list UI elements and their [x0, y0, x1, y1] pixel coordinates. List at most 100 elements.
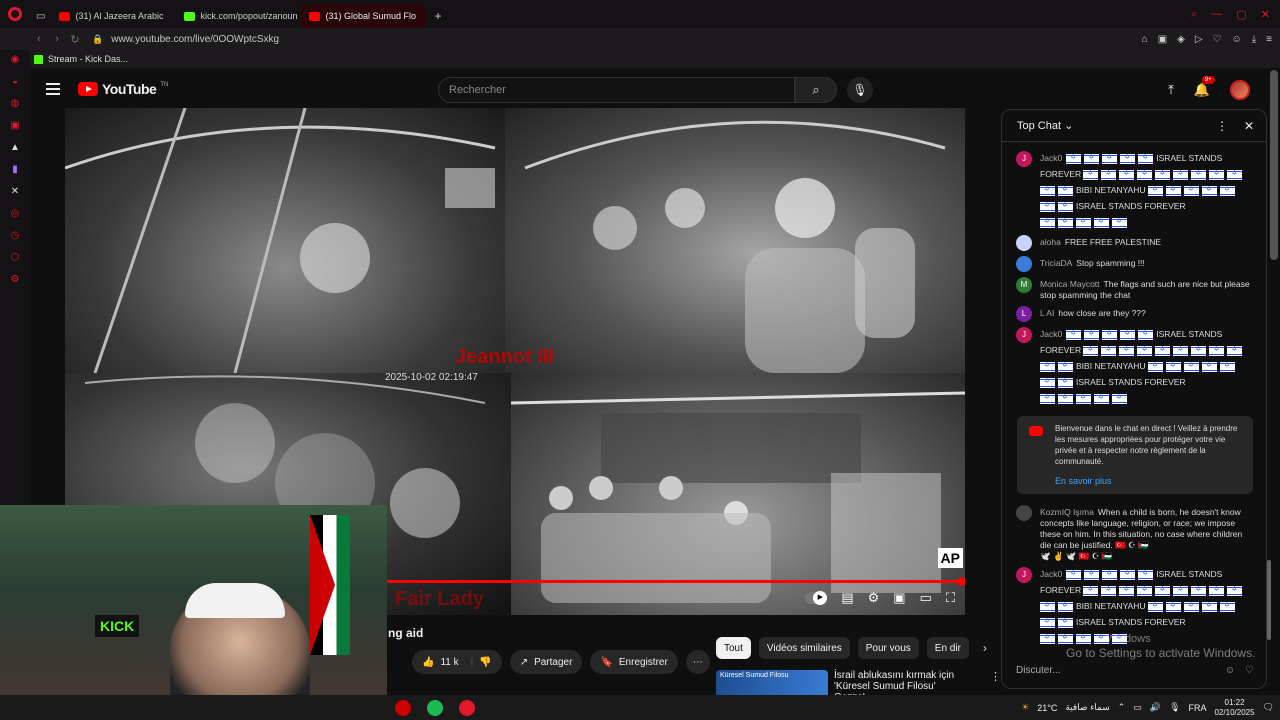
chip-3[interactable]: En dir — [926, 637, 969, 659]
learn-more-link[interactable]: En savoir plus — [1055, 476, 1243, 487]
extensions-icon[interactable]: ⬡ — [9, 252, 21, 264]
player-sidebar-icon[interactable]: ▲ — [9, 142, 21, 154]
autoplay-toggle[interactable]: ▶ — [805, 591, 828, 605]
microphone-tray-icon[interactable]: 🎙 — [1169, 702, 1180, 713]
close-window-icon[interactable]: ✕ — [1261, 8, 1270, 21]
speed-dial-icon[interactable]: ◎ — [9, 208, 21, 220]
close-icon[interactable]: ✕ — [1244, 119, 1254, 133]
chat-message[interactable]: J Jack0 ISRAEL STANDS FOREVER BIBI NETANYA… — [1002, 148, 1266, 232]
miniplayer-icon[interactable]: ▣ — [893, 590, 905, 606]
chat-author[interactable]: Jack0 — [1040, 569, 1062, 579]
search-input[interactable]: Rechercher — [438, 77, 795, 103]
notifications-button[interactable]: 🔔 9+ — [1194, 76, 1215, 98]
weather-text[interactable]: سماء صافية — [1065, 702, 1109, 713]
like-button[interactable]: 👍 11 k | 👎 — [412, 650, 502, 674]
chat-message[interactable]: L L AI how close are they ??? — [1002, 303, 1266, 324]
heart-icon[interactable]: ♡ — [1213, 34, 1222, 45]
forward-icon[interactable]: › — [48, 33, 66, 45]
page-scrollbar[interactable] — [1270, 70, 1278, 260]
player-icon[interactable]: ▷ — [1195, 34, 1203, 45]
fullscreen-icon[interactable]: ⛶ — [946, 590, 955, 606]
tab-1[interactable]: kick.com/popout/zanoun — [176, 4, 301, 28]
clock[interactable]: 01:22 02/10/2025 — [1215, 698, 1255, 718]
app-icon[interactable] — [459, 699, 475, 716]
avatar[interactable]: J — [1016, 327, 1032, 343]
aria-icon[interactable]: ◉ — [9, 54, 21, 66]
url-field[interactable]: www.youtube.com/live/0OOWptcSxkg — [111, 34, 279, 45]
tray-arrow-icon[interactable]: ⌃ — [1118, 702, 1126, 713]
chat-author[interactable]: Monica Maycott — [1040, 279, 1100, 289]
chat-author[interactable]: Jack0 — [1040, 153, 1062, 163]
youtube-logo[interactable]: YouTube TN — [78, 81, 168, 97]
opera-taskbar-icon[interactable] — [395, 699, 411, 716]
chip-2[interactable]: Pour vous — [857, 637, 919, 659]
profile-icon[interactable]: ☺ — [1232, 34, 1242, 45]
x-icon[interactable]: ✕ — [9, 186, 21, 198]
heart-reaction-icon[interactable]: ♡ — [1245, 665, 1254, 676]
vpn-icon[interactable]: ◈ — [1177, 34, 1185, 45]
chat-input[interactable]: Discuter... — [1016, 665, 1215, 676]
avatar[interactable] — [1016, 235, 1032, 251]
chat-author[interactable]: Jack0 — [1040, 329, 1062, 339]
search-tabs-icon[interactable]: ⌕ — [1191, 8, 1197, 21]
spotify-icon[interactable] — [427, 699, 443, 716]
settings-gear-icon[interactable]: ⚙ — [868, 590, 880, 606]
avatar[interactable] — [1230, 80, 1250, 100]
lock-icon[interactable]: 🔒 — [92, 34, 103, 45]
upload-icon[interactable]: ⤒ — [1168, 82, 1174, 98]
notifications-tray-icon[interactable]: 🗨 — [1263, 702, 1274, 713]
whatsapp-icon[interactable]: ◍ — [9, 98, 21, 110]
tab-2[interactable]: (31) Global Sumud Flo — [301, 4, 427, 28]
download-icon[interactable]: ⤓ — [1252, 34, 1256, 45]
subtitles-icon[interactable]: ▤ — [841, 590, 853, 606]
more-actions-button[interactable]: ⋯ — [685, 650, 710, 674]
minimize-icon[interactable]: — — [1211, 8, 1222, 21]
chat-author[interactable]: L AI — [1040, 308, 1054, 318]
save-button[interactable]: 🔖 Enregistrer — [590, 650, 678, 674]
messenger-icon[interactable]: ◒ — [9, 76, 21, 88]
settings-icon[interactable]: ⚙ — [9, 274, 21, 286]
emoji-icon[interactable]: ☺ — [1225, 665, 1235, 676]
temperature[interactable]: 21°C — [1037, 703, 1057, 713]
screenshot-icon[interactable]: ▣ — [1158, 34, 1167, 45]
twitch-icon[interactable]: ▮ — [9, 164, 21, 176]
history-icon[interactable]: ◷ — [9, 230, 21, 242]
chat-author[interactable]: KozmIQ Işıma — [1040, 507, 1094, 517]
language-indicator[interactable]: FRA — [1189, 703, 1207, 713]
tab-0[interactable]: (31) Al Jazeera Arabic — [51, 4, 176, 28]
theater-mode-icon[interactable]: ▭ — [920, 590, 932, 606]
bookmark-stream-kick[interactable]: Stream - Kick Das... — [48, 54, 128, 64]
back-icon[interactable]: ‹ — [30, 33, 48, 45]
hamburger-menu-icon[interactable] — [46, 83, 60, 95]
thumbs-down-icon[interactable]: 👎 — [479, 657, 491, 668]
reload-icon[interactable]: ↻ — [66, 33, 84, 46]
chat-message[interactable]: aloha FREE FREE PALESTINE — [1002, 232, 1266, 253]
chat-message[interactable]: TriciaDA Stop spamming !!! — [1002, 253, 1266, 274]
avatar[interactable]: L — [1016, 306, 1032, 322]
chat-mode-dropdown[interactable]: Top Chat ⌄ — [1017, 119, 1073, 132]
chevron-right-icon[interactable]: › — [983, 641, 987, 655]
scrubber-handle[interactable] — [956, 577, 965, 586]
volume-icon[interactable]: 🔊 — [1150, 702, 1161, 713]
avatar[interactable]: J — [1016, 151, 1032, 167]
easy-setup-icon[interactable]: ≡ — [1266, 34, 1272, 45]
search-button[interactable]: ⌕ — [795, 77, 837, 103]
share-button[interactable]: ↗ Partager — [509, 650, 583, 674]
avatar[interactable] — [1016, 256, 1032, 272]
chat-message[interactable]: J Jack0 ISRAEL STANDS FOREVER BIBI NETANYA… — [1002, 324, 1266, 408]
chip-1[interactable]: Vidéos similaires — [758, 637, 850, 659]
pin-icon[interactable]: ⌂ — [1142, 34, 1148, 45]
opera-logo-icon[interactable] — [0, 0, 30, 28]
new-tab-button[interactable]: + — [426, 4, 449, 28]
chat-options-icon[interactable]: ⋮ — [1216, 119, 1228, 133]
chat-message[interactable]: M Monica Maycott The flags and such are ni… — [1002, 274, 1266, 303]
chat-author[interactable]: TriciaDA — [1040, 258, 1072, 268]
chip-0[interactable]: Tout — [716, 637, 751, 659]
chat-author[interactable]: aloha — [1040, 237, 1061, 247]
recommended-thumbnail[interactable]: Küresel Sumud Filosu — [716, 670, 828, 695]
avatar[interactable]: J — [1016, 567, 1032, 583]
avatar[interactable]: M — [1016, 277, 1032, 293]
maximize-icon[interactable]: ▢ — [1236, 8, 1246, 21]
instagram-icon[interactable]: ▣ — [9, 120, 21, 132]
avatar[interactable] — [1016, 505, 1032, 521]
